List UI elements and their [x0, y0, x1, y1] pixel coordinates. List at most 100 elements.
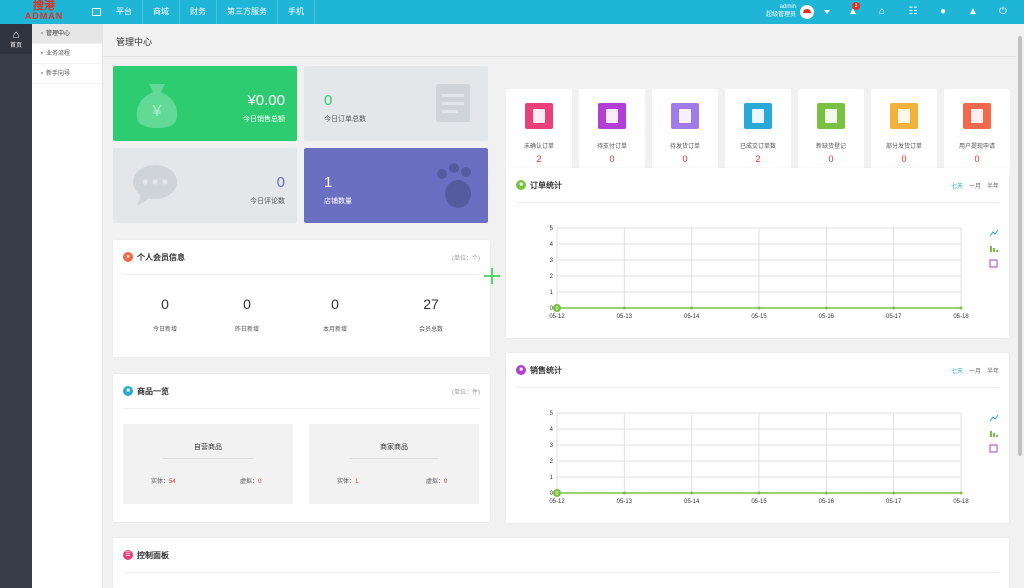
- sales-line-chart[interactable]: 0 1 2 3 4 5 05-12 05-13 05-14 05-15 05-16 05-17 05-1…: [506, 393, 1009, 523]
- power-icon[interactable]: ⏻: [996, 4, 1010, 20]
- scrollbar-thumb[interactable]: [1018, 36, 1022, 456]
- chat-bubble-icon: [133, 165, 177, 206]
- quick-card-label: 未确认订单: [523, 144, 554, 150]
- quick-card-stockout-registrations[interactable]: 新缺货登记 0: [798, 89, 864, 176]
- y-tick-label: 3: [550, 258, 554, 264]
- subnav-beginner-guide[interactable]: 新手向导: [32, 64, 102, 84]
- goods-virtual: 虚拟：0: [426, 479, 448, 485]
- quick-card-unconfirmed-orders[interactable]: 未确认订单 2: [506, 89, 572, 176]
- data-point: [824, 491, 828, 495]
- y-tick-label: 2: [550, 459, 554, 465]
- chevron-down-icon[interactable]: [824, 10, 830, 14]
- subnav-business-flow[interactable]: 业务流程: [32, 44, 102, 64]
- orders-line-chart[interactable]: 0 1 2 3 4 5 05-12 05-13 05-14 05-15 05-16 05-17 05-1…: [506, 208, 1009, 338]
- x-tick-label: 05-14: [684, 314, 700, 320]
- y-tick-label: 1: [550, 475, 554, 481]
- line-chart-icon: [989, 414, 999, 422]
- goods-box-title: 商家商品: [380, 444, 408, 451]
- card-title: 个人会员信息: [137, 253, 185, 262]
- card-unit: (单位：件): [452, 390, 480, 396]
- x-tick-label: 05-12: [549, 499, 565, 505]
- tab-half-year[interactable]: 半年: [987, 369, 999, 375]
- member-yesterday-label: 昨日新增: [234, 327, 259, 333]
- crosshair-cursor: [484, 268, 500, 284]
- y-tick-label: 2: [550, 274, 554, 280]
- bar-chart-icon: [990, 431, 992, 437]
- palette-icon[interactable]: ●: [936, 4, 950, 20]
- stat-shop-count[interactable]: 1 店铺数量: [304, 148, 488, 223]
- merchant-goods-box[interactable]: 商家商品 实体：1 虚拟：0: [309, 424, 479, 504]
- quick-card-value: 0: [974, 154, 980, 164]
- card-title: 订单统计: [530, 181, 562, 190]
- quick-card-label: 待发货订单: [669, 144, 700, 150]
- quick-card-icon: [671, 103, 699, 129]
- tab-one-month[interactable]: 一月: [969, 369, 981, 375]
- stat-value: 0: [276, 174, 285, 191]
- home-icon[interactable]: ⌂: [875, 4, 889, 20]
- stat-value: 0: [324, 92, 333, 109]
- tab-half-year[interactable]: 半年: [987, 184, 999, 190]
- logo[interactable]: 搜港 ADMAN: [0, 0, 88, 24]
- card-header: ■ 销售统计 七天 一月 半年: [516, 353, 999, 388]
- tab-seven-days[interactable]: 七天: [951, 184, 963, 190]
- goods-real: 实体：54: [151, 479, 176, 485]
- subnav-admin-center[interactable]: 管理中心: [32, 24, 102, 44]
- quick-card-icon: [890, 103, 918, 129]
- quick-card-completed-orders[interactable]: 已成交订单数 2: [725, 89, 791, 176]
- svg-text:¥: ¥: [152, 103, 162, 120]
- quick-card-withdraw-requests[interactable]: 用户提现申请 0: [944, 89, 1010, 176]
- x-tick-label: 05-18: [953, 314, 969, 320]
- sidebar-item-label: 首页: [9, 43, 22, 49]
- topnav-mobile[interactable]: 手机: [278, 0, 315, 24]
- quick-card-value: 0: [828, 154, 834, 164]
- quick-card-icon: [817, 103, 845, 129]
- member-total-label: 会员总数: [418, 327, 443, 333]
- chart-icon: ■: [516, 365, 526, 375]
- control-panel-card: ☰ 控制面板: [113, 538, 1009, 588]
- clear-cache-icon[interactable]: ▲: [966, 4, 980, 20]
- data-point: [622, 491, 626, 495]
- sidebar-item-home[interactable]: ⌂ 首页: [0, 24, 32, 54]
- card-header: ● 个人会员信息 (单位：个): [123, 240, 480, 275]
- bar-chart-icon: [993, 433, 995, 437]
- list-icon: ☰: [123, 550, 133, 560]
- user-name: admin: [779, 4, 796, 10]
- page-header: 管理中心: [103, 24, 1016, 57]
- data-label: 0: [556, 491, 559, 497]
- user-info[interactable]: admin 超级管理员: [760, 3, 796, 19]
- topnav-third-party[interactable]: 第三方服务: [217, 0, 278, 24]
- menu-toggle-icon[interactable]: [92, 8, 101, 16]
- topnav-finance[interactable]: 财务: [180, 0, 217, 24]
- stat-today-orders[interactable]: 0 今日订单总数: [304, 66, 488, 141]
- x-tick-label: 05-16: [819, 314, 835, 320]
- quick-card-label: 已成交订单数: [739, 144, 776, 150]
- quick-card-value: 2: [755, 154, 761, 164]
- quick-card-icon: [525, 103, 553, 129]
- stat-today-sales[interactable]: ¥ ¥0.00 今日销售总额: [113, 66, 297, 141]
- goods-virtual: 虚拟：0: [240, 479, 262, 485]
- save-image-icon: [989, 444, 998, 453]
- quick-card-partial-shipped-orders[interactable]: 部分发货订单 0: [871, 89, 937, 176]
- stat-value: 1: [324, 174, 333, 191]
- quick-card-unpaid-orders[interactable]: 待支付订单 0: [579, 89, 645, 176]
- sub-sidebar: 管理中心 业务流程 新手向导: [32, 24, 103, 588]
- topnav-platform[interactable]: 平台: [106, 0, 143, 24]
- sitemap-icon[interactable]: ☷: [906, 4, 920, 20]
- scrollbar[interactable]: [1016, 24, 1024, 588]
- x-tick-label: 05-15: [751, 314, 767, 320]
- page-title: 管理中心: [116, 37, 153, 47]
- tab-seven-days[interactable]: 七天: [951, 369, 963, 375]
- x-tick-label: 05-16: [819, 499, 835, 505]
- goods-real: 实体：1: [337, 479, 359, 485]
- tab-one-month[interactable]: 一月: [969, 184, 981, 190]
- card-header: ■ 订单统计 七天 一月 半年: [516, 168, 999, 203]
- stat-today-comments[interactable]: 0 今日评论数: [113, 148, 297, 223]
- quick-card-unshipped-orders[interactable]: 待发货订单 0: [652, 89, 718, 176]
- top-bar: 搜港 ADMAN 平台 商城 财务 第三方服务 手机 admin 超级管理员 ▲…: [0, 0, 1024, 24]
- topnav-mall[interactable]: 商城: [143, 0, 180, 24]
- paw-icon: [437, 163, 471, 208]
- self-goods-box[interactable]: 自营商品 实体：54 虚拟：0: [123, 424, 293, 504]
- document-icon: [436, 84, 470, 122]
- x-tick-label: 05-17: [886, 314, 902, 320]
- avatar[interactable]: [800, 5, 814, 19]
